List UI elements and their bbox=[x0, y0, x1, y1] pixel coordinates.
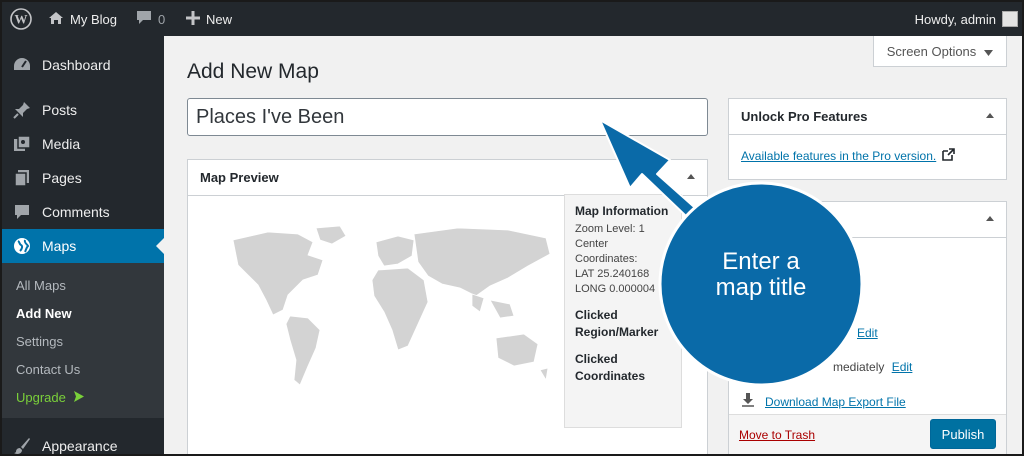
unlock-pro-heading: Unlock Pro Features bbox=[741, 109, 868, 124]
map-info-panel: Map Information Zoom Level: 1 Center Coo… bbox=[564, 194, 682, 428]
account-menu[interactable]: Howdy, admin bbox=[915, 2, 1018, 36]
screen-options-button[interactable]: Screen Options bbox=[873, 36, 1007, 67]
comment-icon bbox=[12, 202, 32, 222]
pin-icon bbox=[12, 100, 32, 120]
admin-sidebar: Dashboard Posts Media Pages Comments Map… bbox=[2, 36, 164, 454]
submenu-upgrade[interactable]: Upgrade bbox=[16, 390, 84, 405]
sidebar-item-media[interactable]: Media bbox=[2, 127, 164, 161]
sidebar-item-label: Media bbox=[42, 136, 81, 152]
howdy-text: Howdy, admin bbox=[914, 11, 996, 27]
comment-count: 0 bbox=[158, 11, 166, 27]
move-to-trash-link[interactable]: Move to Trash bbox=[739, 428, 815, 442]
latitude-value: LAT 25.240168 bbox=[575, 268, 650, 280]
site-name-link[interactable]: My Blog bbox=[48, 2, 117, 36]
page: W My Blog 0 New Howdy, admin Dashboard P… bbox=[0, 0, 1024, 456]
avatar bbox=[1002, 11, 1018, 27]
screen-options-label: Screen Options bbox=[886, 43, 977, 59]
map-preview-heading: Map Preview bbox=[200, 170, 279, 185]
maps-submenu: All Maps Add New Settings Contact Us Upg… bbox=[2, 263, 164, 418]
submenu-add-new[interactable]: Add New bbox=[16, 306, 72, 321]
svg-text:W: W bbox=[15, 12, 28, 27]
download-export-link[interactable]: Download Map Export File bbox=[741, 393, 906, 410]
collapse-toggle-icon[interactable] bbox=[986, 113, 994, 118]
submenu-contact-us[interactable]: Contact Us bbox=[16, 362, 80, 377]
upgrade-label: Upgrade bbox=[16, 390, 66, 405]
collapse-toggle-icon[interactable] bbox=[986, 216, 994, 221]
sidebar-item-label: Pages bbox=[42, 170, 82, 186]
comment-bubble-icon bbox=[136, 10, 152, 28]
site-name: My Blog bbox=[70, 11, 117, 27]
pro-features-link[interactable]: Available features in the Pro version. bbox=[741, 148, 956, 164]
callout-text: Enter a map title bbox=[715, 248, 807, 301]
sidebar-item-comments[interactable]: Comments bbox=[2, 195, 164, 229]
new-content-link[interactable]: New bbox=[186, 2, 232, 36]
home-icon bbox=[48, 11, 64, 28]
publish-immediately-text: mediately bbox=[833, 360, 885, 374]
pro-features-label: Available features in the Pro version. bbox=[741, 149, 937, 163]
map-preview-header: Map Preview bbox=[188, 160, 707, 196]
page-title: Add New Map bbox=[187, 60, 319, 83]
center-coordinates-label: Center Coordinates: bbox=[575, 238, 638, 265]
active-indicator bbox=[156, 238, 164, 254]
publish-box: Edit mediately Edit Download Map Export … bbox=[728, 201, 1007, 454]
admin-bar: W My Blog 0 New Howdy, admin bbox=[2, 2, 1022, 36]
zoom-level: Zoom Level: 1 bbox=[575, 223, 645, 235]
media-icon bbox=[12, 134, 32, 154]
sidebar-item-posts[interactable]: Posts bbox=[2, 93, 164, 127]
collapse-toggle-icon[interactable] bbox=[687, 174, 695, 179]
unlock-pro-box: Unlock Pro Features Available features i… bbox=[728, 98, 1007, 180]
world-map[interactable] bbox=[228, 220, 558, 410]
sidebar-item-label: Posts bbox=[42, 102, 78, 118]
edit-date-link[interactable]: Edit bbox=[892, 360, 913, 374]
sidebar-item-maps[interactable]: Maps bbox=[2, 229, 164, 263]
submenu-all-maps[interactable]: All Maps bbox=[16, 278, 66, 293]
edit-status-link[interactable]: Edit bbox=[857, 326, 878, 340]
globe-icon bbox=[12, 236, 32, 256]
new-label: New bbox=[206, 11, 233, 27]
dashboard-icon bbox=[12, 55, 32, 75]
clicked-coordinates-title: Clicked Coordinates bbox=[575, 352, 646, 383]
publish-header bbox=[729, 202, 1006, 238]
sidebar-item-appearance[interactable]: Appearance bbox=[2, 429, 164, 454]
external-link-icon bbox=[942, 148, 956, 164]
publish-actions: Move to Trash Publish bbox=[729, 414, 1006, 454]
clicked-region-title: Clicked Region/Marker bbox=[575, 308, 659, 339]
caret-down-icon bbox=[984, 44, 994, 59]
sidebar-item-label: Comments bbox=[42, 204, 110, 220]
unlock-pro-header: Unlock Pro Features bbox=[729, 99, 1006, 135]
sidebar-item-pages[interactable]: Pages bbox=[2, 161, 164, 195]
download-label: Download Map Export File bbox=[765, 394, 906, 409]
brush-icon bbox=[12, 436, 32, 454]
map-title-input[interactable]: Places I've Been bbox=[187, 98, 708, 136]
arrow-right-icon bbox=[73, 390, 84, 405]
comments-link[interactable]: 0 bbox=[136, 2, 165, 36]
wordpress-logo-icon[interactable]: W bbox=[10, 2, 32, 36]
sidebar-item-label: Dashboard bbox=[42, 57, 111, 73]
sidebar-item-label: Appearance bbox=[42, 438, 118, 454]
longitude-value: LONG 0.000004 bbox=[575, 283, 656, 295]
plus-icon bbox=[186, 10, 200, 28]
sidebar-item-dashboard[interactable]: Dashboard bbox=[2, 48, 164, 82]
map-preview-box: Map Preview Map Information Zoom Level: … bbox=[187, 159, 708, 454]
map-info-title: Map Information bbox=[575, 204, 669, 218]
download-icon bbox=[741, 393, 755, 410]
publish-button[interactable]: Publish bbox=[930, 419, 996, 449]
submenu-settings[interactable]: Settings bbox=[16, 334, 63, 349]
pages-icon bbox=[12, 168, 32, 188]
sidebar-item-label: Maps bbox=[42, 238, 77, 254]
